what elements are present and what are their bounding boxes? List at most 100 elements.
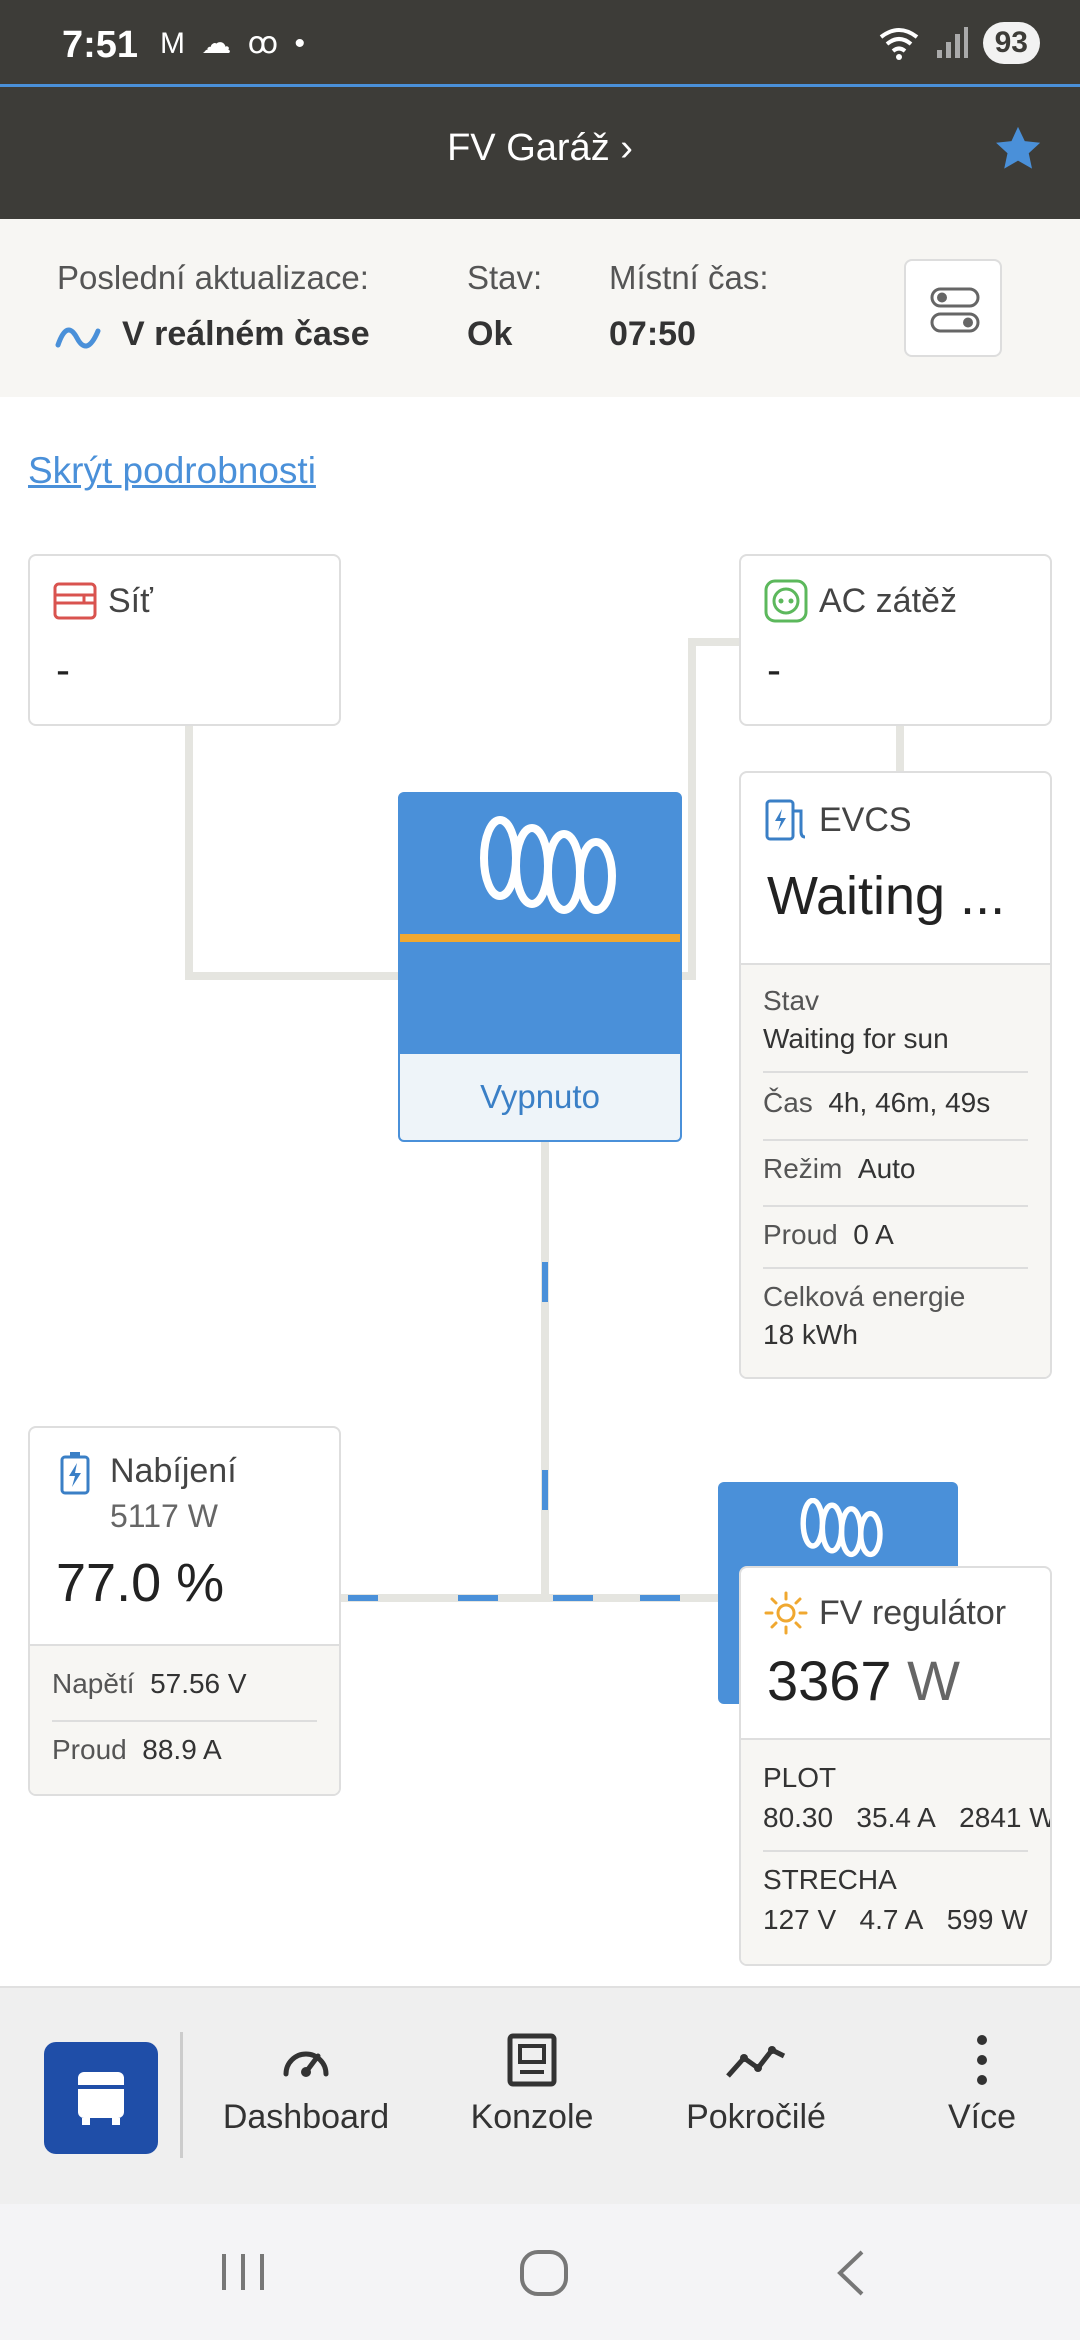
bottom-navigation: Dashboard Konzole Pokročilé Více bbox=[0, 1986, 1080, 2204]
ac-load-card[interactable]: AC zátěž - bbox=[739, 554, 1052, 726]
trend-chart-icon bbox=[726, 2046, 786, 2078]
nav-konzole[interactable]: Konzole bbox=[432, 2032, 632, 2137]
evcs-title: EVCS bbox=[819, 801, 912, 839]
dc-wire-v bbox=[541, 1142, 549, 1602]
state-value: Ok bbox=[467, 315, 513, 353]
tracker-row: 127 V 4.7 A 599 W bbox=[763, 1904, 1028, 1935]
divider bbox=[763, 1071, 1028, 1073]
state-label: Stav: bbox=[467, 259, 543, 296]
evcs-value: Waiting ... bbox=[767, 866, 1006, 926]
battery-charging-icon bbox=[60, 1452, 90, 1495]
victron-logo-icon bbox=[800, 1498, 883, 1558]
ev-charger-icon bbox=[765, 799, 806, 841]
battery-power: 5117 W bbox=[110, 1498, 218, 1534]
status-bar: 7:51 M ☁ ꝏ • 93 bbox=[0, 0, 1080, 85]
flow-dash bbox=[640, 1595, 680, 1601]
battery-soc: 77.0 % bbox=[56, 1553, 225, 1613]
grid-title: Síť bbox=[108, 582, 153, 620]
tracker-name: STRECHA bbox=[763, 1864, 897, 1895]
tracker-name: PLOT bbox=[763, 1762, 837, 1793]
signal-icon bbox=[936, 27, 968, 58]
flow-dash bbox=[458, 1595, 498, 1601]
device-overview-button[interactable] bbox=[44, 2042, 158, 2154]
tracker-row: 80.30 35.4 A 2841 W bbox=[763, 1802, 1052, 1833]
nav-divider bbox=[180, 2032, 183, 2158]
inverter-state: Vypnuto bbox=[400, 1054, 680, 1140]
battery-card[interactable]: Nabíjení 5117 W 77.0 % Napětí 57.56 V Pr… bbox=[28, 1426, 341, 1796]
evcs-wire bbox=[896, 725, 904, 775]
view-toggle-button[interactable] bbox=[904, 259, 1002, 357]
device-icon bbox=[78, 2072, 124, 2125]
inverter-accent-bar bbox=[400, 934, 680, 942]
grid-wire bbox=[185, 725, 193, 980]
app-header: FV Garáž › bbox=[0, 87, 1080, 219]
local-time-label: Místní čas: bbox=[609, 259, 769, 296]
nav-more[interactable]: Více bbox=[882, 2032, 1080, 2137]
evcs-card[interactable]: EVCS Waiting ... Stav Waiting for sun Ča… bbox=[739, 771, 1052, 1379]
grid-wire-h bbox=[185, 972, 400, 980]
divider bbox=[763, 1205, 1028, 1207]
pv-title: FV regulátor bbox=[819, 1594, 1007, 1632]
pv-power: 3367 W bbox=[767, 1648, 960, 1713]
last-update-value: V reálném čase bbox=[122, 315, 370, 353]
divider bbox=[52, 1720, 317, 1722]
pv-charger-card[interactable]: FV regulátor 3367 W PLOT 80.30 35.4 A 28… bbox=[739, 1566, 1052, 1966]
system-navigation-bar bbox=[0, 2204, 1080, 2340]
acload-wire-h bbox=[688, 638, 740, 646]
flow-dash bbox=[542, 1470, 548, 1510]
grid-icon bbox=[53, 582, 97, 620]
realtime-wave-icon bbox=[55, 327, 101, 349]
toggle-icon bbox=[930, 287, 980, 333]
clock: 7:51 bbox=[62, 24, 139, 66]
favorite-star-icon[interactable] bbox=[990, 121, 1046, 177]
nav-more-label: Více bbox=[947, 2098, 1017, 2136]
back-icon[interactable] bbox=[830, 2248, 870, 2298]
evcs-row-energy-value: 18 kWh bbox=[763, 1319, 858, 1350]
notification-icons: M ☁ ꝏ • bbox=[160, 27, 310, 60]
ac-load-value: - bbox=[767, 646, 781, 693]
victron-logo-icon bbox=[480, 816, 616, 914]
battery-row-voltage: Napětí 57.56 V bbox=[52, 1668, 247, 1699]
divider bbox=[763, 1139, 1028, 1141]
evcs-row-energy: Celková energie bbox=[763, 1281, 966, 1312]
battery-indicator: 93 bbox=[982, 22, 1040, 64]
nav-dashboard-label: Dashboard bbox=[222, 2098, 390, 2136]
wifi-icon bbox=[879, 28, 918, 60]
nav-pokrocile-label: Pokročilé bbox=[686, 2098, 826, 2136]
divider bbox=[763, 1267, 1028, 1269]
recent-apps-icon[interactable] bbox=[218, 2250, 268, 2294]
divider bbox=[763, 1850, 1028, 1852]
inverter-card[interactable]: Vypnuto bbox=[398, 792, 682, 1142]
pv-trackers: PLOT 80.30 35.4 A 2841 W STRECHA 127 V 4… bbox=[741, 1738, 1052, 1964]
evcs-details: Stav Waiting for sun Čas 4h, 46m, 49s Re… bbox=[741, 963, 1050, 1377]
nav-konzole-label: Konzole bbox=[470, 2098, 594, 2136]
more-vertical-icon bbox=[977, 2035, 987, 2085]
last-update-label: Poslední aktualizace: bbox=[57, 259, 369, 296]
nav-pokrocile[interactable]: Pokročilé bbox=[656, 2032, 856, 2137]
flow-dash bbox=[348, 1595, 378, 1601]
home-icon[interactable] bbox=[518, 2248, 570, 2298]
status-right: 93 bbox=[877, 22, 1040, 64]
info-strip: Poslední aktualizace: V reálném čase Sta… bbox=[0, 219, 1080, 397]
gauge-icon bbox=[283, 2051, 329, 2077]
battery-row-current: Proud 88.9 A bbox=[52, 1734, 222, 1765]
grid-value: - bbox=[56, 646, 70, 693]
sun-icon bbox=[764, 1591, 808, 1635]
ac-load-title: AC zátěž bbox=[819, 582, 957, 620]
battery-details: Napětí 57.56 V Proud 88.9 A bbox=[30, 1644, 339, 1794]
console-icon bbox=[507, 2033, 557, 2087]
acload-wire bbox=[688, 638, 696, 980]
pv-power-number: 3367 bbox=[767, 1649, 892, 1712]
nav-dashboard[interactable]: Dashboard bbox=[206, 2032, 406, 2137]
grid-card[interactable]: Síť - bbox=[28, 554, 341, 726]
evcs-row-state: Stav bbox=[763, 985, 820, 1016]
battery-title: Nabíjení bbox=[110, 1452, 237, 1490]
site-title[interactable]: FV Garáž › bbox=[0, 127, 1080, 170]
hide-details-link[interactable]: Skrýt podrobnosti bbox=[28, 450, 316, 492]
local-time-value: 07:50 bbox=[609, 315, 696, 353]
evcs-row-time: Čas 4h, 46m, 49s bbox=[763, 1087, 991, 1118]
pv-power-unit: W bbox=[907, 1649, 960, 1712]
evcs-row-mode: Režim Auto bbox=[763, 1153, 916, 1184]
flow-dash bbox=[542, 1262, 548, 1302]
flow-dash bbox=[553, 1595, 593, 1601]
